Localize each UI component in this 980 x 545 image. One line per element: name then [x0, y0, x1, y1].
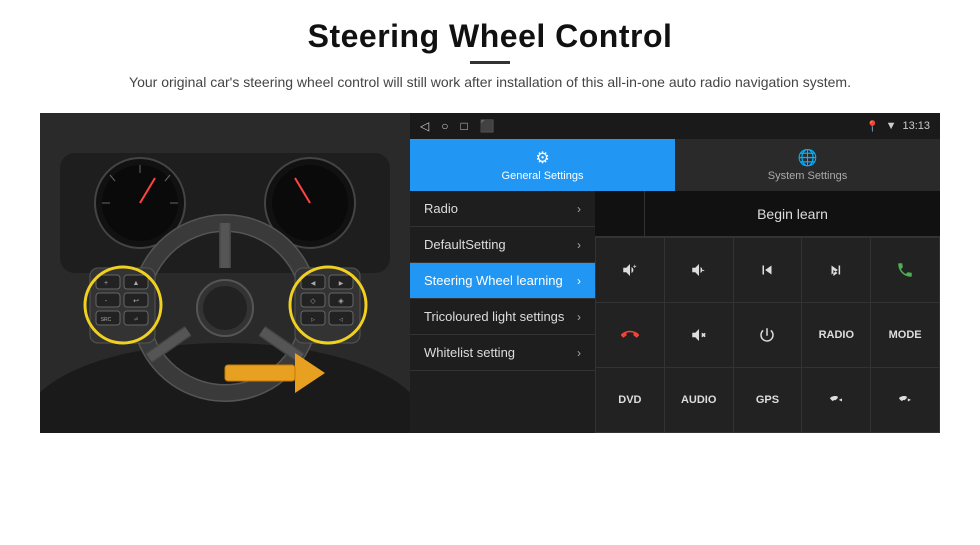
svg-text:◇: ◇ [310, 298, 316, 305]
svg-text:▲: ▲ [133, 280, 140, 287]
tel-next-button[interactable] [871, 368, 939, 432]
chevron-icon-radio: › [577, 202, 581, 216]
svg-text:◁: ◁ [339, 317, 343, 323]
page-title: Steering Wheel Control [129, 18, 851, 55]
prev-track-button[interactable] [734, 238, 802, 302]
time-display: 13:13 [902, 120, 930, 132]
mute-button[interactable] [665, 303, 733, 367]
nav-icons: ◁ ○ □ ⬛ [420, 119, 495, 133]
menu-content: Radio › DefaultSetting › Steering Wheel … [410, 191, 940, 433]
tab-general-settings[interactable]: ⚙ General Settings [410, 139, 675, 191]
content-row: + ▲ - ↩ SRC ⏎ ◀ ▶ ◇ ◈ ▷ [40, 113, 940, 433]
signal-icon: ▼ [886, 120, 897, 132]
system-settings-icon: 🌐 [798, 148, 818, 168]
chevron-icon-steering: › [577, 274, 581, 288]
begin-learn-left-empty [595, 191, 645, 236]
title-section: Steering Wheel Control Your original car… [129, 18, 851, 107]
svg-text:+: + [104, 280, 108, 287]
menu-icon[interactable]: ⬛ [480, 119, 495, 133]
page-subtitle: Your original car's steering wheel contr… [129, 72, 851, 93]
power-button[interactable] [734, 303, 802, 367]
mode-button[interactable]: MODE [871, 303, 939, 367]
tel-prev-button[interactable] [802, 368, 870, 432]
svg-text:◈: ◈ [338, 298, 344, 305]
audio-button[interactable]: AUDIO [665, 368, 733, 432]
next-track-button[interactable] [802, 238, 870, 302]
chevron-icon-whitelist: › [577, 346, 581, 360]
location-icon: 📍 [866, 120, 880, 133]
menu-item-default-label: DefaultSetting [424, 237, 506, 252]
top-tabs: ⚙ General Settings 🌐 System Settings [410, 139, 940, 191]
begin-learn-button[interactable]: Begin learn [645, 206, 940, 222]
status-right: 📍 ▼ 13:13 [866, 120, 930, 133]
menu-item-steering-wheel[interactable]: Steering Wheel learning › [410, 263, 595, 299]
device-screen: ◁ ○ □ ⬛ 📍 ▼ 13:13 ⚙ General Settings [410, 113, 940, 433]
tab-general-label: General Settings [502, 170, 584, 182]
menu-item-steering-label: Steering Wheel learning [424, 273, 563, 288]
menu-item-radio[interactable]: Radio › [410, 191, 595, 227]
tab-system-settings[interactable]: 🌐 System Settings [675, 139, 940, 191]
svg-text:▷: ▷ [311, 317, 315, 323]
steering-wheel-image: + ▲ - ↩ SRC ⏎ ◀ ▶ ◇ ◈ ▷ [40, 113, 410, 433]
svg-text:-: - [702, 265, 705, 274]
svg-text:SRC: SRC [101, 317, 112, 323]
vol-up-button[interactable]: + [596, 238, 664, 302]
phone-answer-button[interactable] [871, 238, 939, 302]
dvd-button[interactable]: DVD [596, 368, 664, 432]
radio-button[interactable]: RADIO [802, 303, 870, 367]
home-icon[interactable]: ○ [441, 119, 448, 133]
svg-text:▶: ▶ [339, 281, 344, 287]
chevron-icon-tricoloured: › [577, 310, 581, 324]
left-menu: Radio › DefaultSetting › Steering Wheel … [410, 191, 595, 433]
gps-button[interactable]: GPS [734, 368, 802, 432]
svg-text:⏎: ⏎ [134, 317, 138, 323]
vol-down-button[interactable]: - [665, 238, 733, 302]
chevron-icon-default: › [577, 238, 581, 252]
menu-item-tricoloured[interactable]: Tricoloured light settings › [410, 299, 595, 335]
back-icon[interactable]: ◁ [420, 119, 429, 133]
phone-hangup-button[interactable] [596, 303, 664, 367]
begin-learn-row: Begin learn [595, 191, 940, 237]
menu-item-whitelist[interactable]: Whitelist setting › [410, 335, 595, 371]
menu-item-default-setting[interactable]: DefaultSetting › [410, 227, 595, 263]
tab-system-label: System Settings [768, 170, 847, 182]
status-bar: ◁ ○ □ ⬛ 📍 ▼ 13:13 [410, 113, 940, 139]
svg-text:+: + [633, 265, 637, 271]
right-content: Begin learn + [595, 191, 940, 433]
menu-item-whitelist-label: Whitelist setting [424, 345, 515, 360]
menu-item-tricoloured-label: Tricoloured light settings [424, 309, 564, 324]
button-grid: + - [595, 237, 940, 433]
general-settings-icon: ⚙ [535, 148, 549, 168]
svg-text:◀: ◀ [311, 281, 316, 287]
title-divider [470, 61, 510, 64]
menu-item-radio-label: Radio [424, 201, 458, 216]
recent-icon[interactable]: □ [460, 119, 467, 133]
svg-text:↩: ↩ [133, 298, 139, 305]
